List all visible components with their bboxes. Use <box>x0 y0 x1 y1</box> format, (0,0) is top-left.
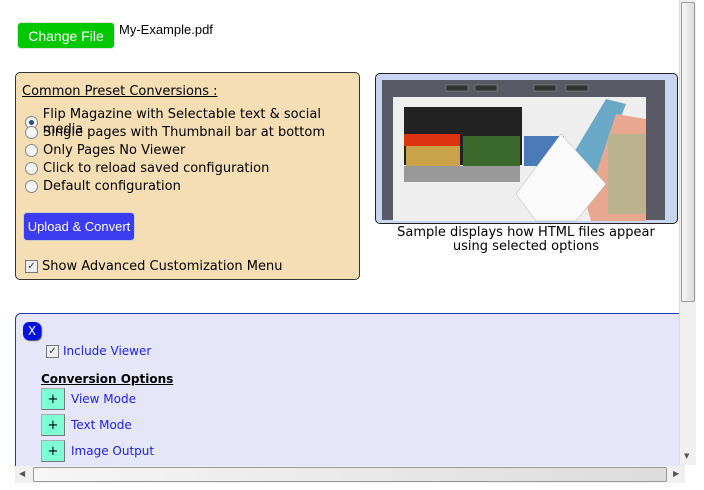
upload-convert-button[interactable]: Upload & Convert <box>23 212 135 241</box>
preset-option-pages[interactable]: Only Pages No Viewer <box>25 143 185 158</box>
expand-icon[interactable]: + <box>41 414 65 436</box>
radio-icon[interactable] <box>25 144 38 157</box>
item-label[interactable]: Text Mode <box>71 418 132 432</box>
item-label[interactable]: Image Output <box>71 444 154 458</box>
option-label: Single pages with Thumbnail bar at botto… <box>43 125 325 140</box>
option-label: Default configuration <box>43 179 181 194</box>
scroll-thumb[interactable] <box>33 467 667 482</box>
preset-option-reload[interactable]: Click to reload saved configuration <box>25 161 269 176</box>
scroll-right-icon[interactable]: ▶ <box>673 469 679 478</box>
vertical-scrollbar[interactable]: ▼ <box>679 0 696 465</box>
horizontal-scrollbar[interactable]: ◀ ▶ <box>15 466 685 483</box>
include-viewer-label: Include Viewer <box>63 344 152 358</box>
advanced-panel: X ✓ Include Viewer Conversion Options + Vi… <box>15 313 685 473</box>
change-file-button[interactable]: Change File <box>17 22 115 49</box>
file-name: My-Example.pdf <box>119 22 213 37</box>
flipbook-sample-icon <box>382 80 665 222</box>
preset-title: Common Preset Conversions : <box>22 84 218 99</box>
checkbox-icon[interactable]: ✓ <box>46 344 59 358</box>
text-mode-toggle[interactable]: + Text Mode <box>41 414 132 436</box>
item-label[interactable]: View Mode <box>71 392 136 406</box>
preset-option-single[interactable]: Single pages with Thumbnail bar at botto… <box>25 125 325 140</box>
close-advanced-button[interactable]: X <box>23 322 41 340</box>
conversion-options-title: Conversion Options <box>41 372 174 386</box>
scroll-down-icon[interactable]: ▼ <box>684 452 689 460</box>
checkbox-icon[interactable]: ✓ <box>25 260 38 273</box>
expand-icon[interactable]: + <box>41 388 65 410</box>
preview-caption: Sample displays how HTML files appear us… <box>397 225 655 254</box>
scroll-left-icon[interactable]: ◀ <box>19 469 25 478</box>
scroll-thumb[interactable] <box>681 2 695 302</box>
option-label: Only Pages No Viewer <box>43 143 186 158</box>
checkbox-label: Show Advanced Customization Menu <box>42 259 283 274</box>
view-mode-toggle[interactable]: + View Mode <box>41 388 136 410</box>
radio-icon[interactable] <box>25 126 38 139</box>
radio-icon[interactable] <box>25 162 38 175</box>
include-viewer-checkbox[interactable]: ✓ Include Viewer <box>46 344 151 358</box>
radio-icon[interactable] <box>25 180 38 193</box>
expand-icon[interactable]: + <box>41 440 65 462</box>
image-output-toggle[interactable]: + Image Output <box>41 440 154 462</box>
preset-option-default[interactable]: Default configuration <box>25 179 181 194</box>
sample-preview-image <box>375 73 678 224</box>
option-label: Click to reload saved configuration <box>43 161 270 176</box>
advanced-menu-checkbox[interactable]: ✓ Show Advanced Customization Menu <box>25 259 283 274</box>
preset-panel: Common Preset Conversions : Flip Magazin… <box>15 72 360 280</box>
